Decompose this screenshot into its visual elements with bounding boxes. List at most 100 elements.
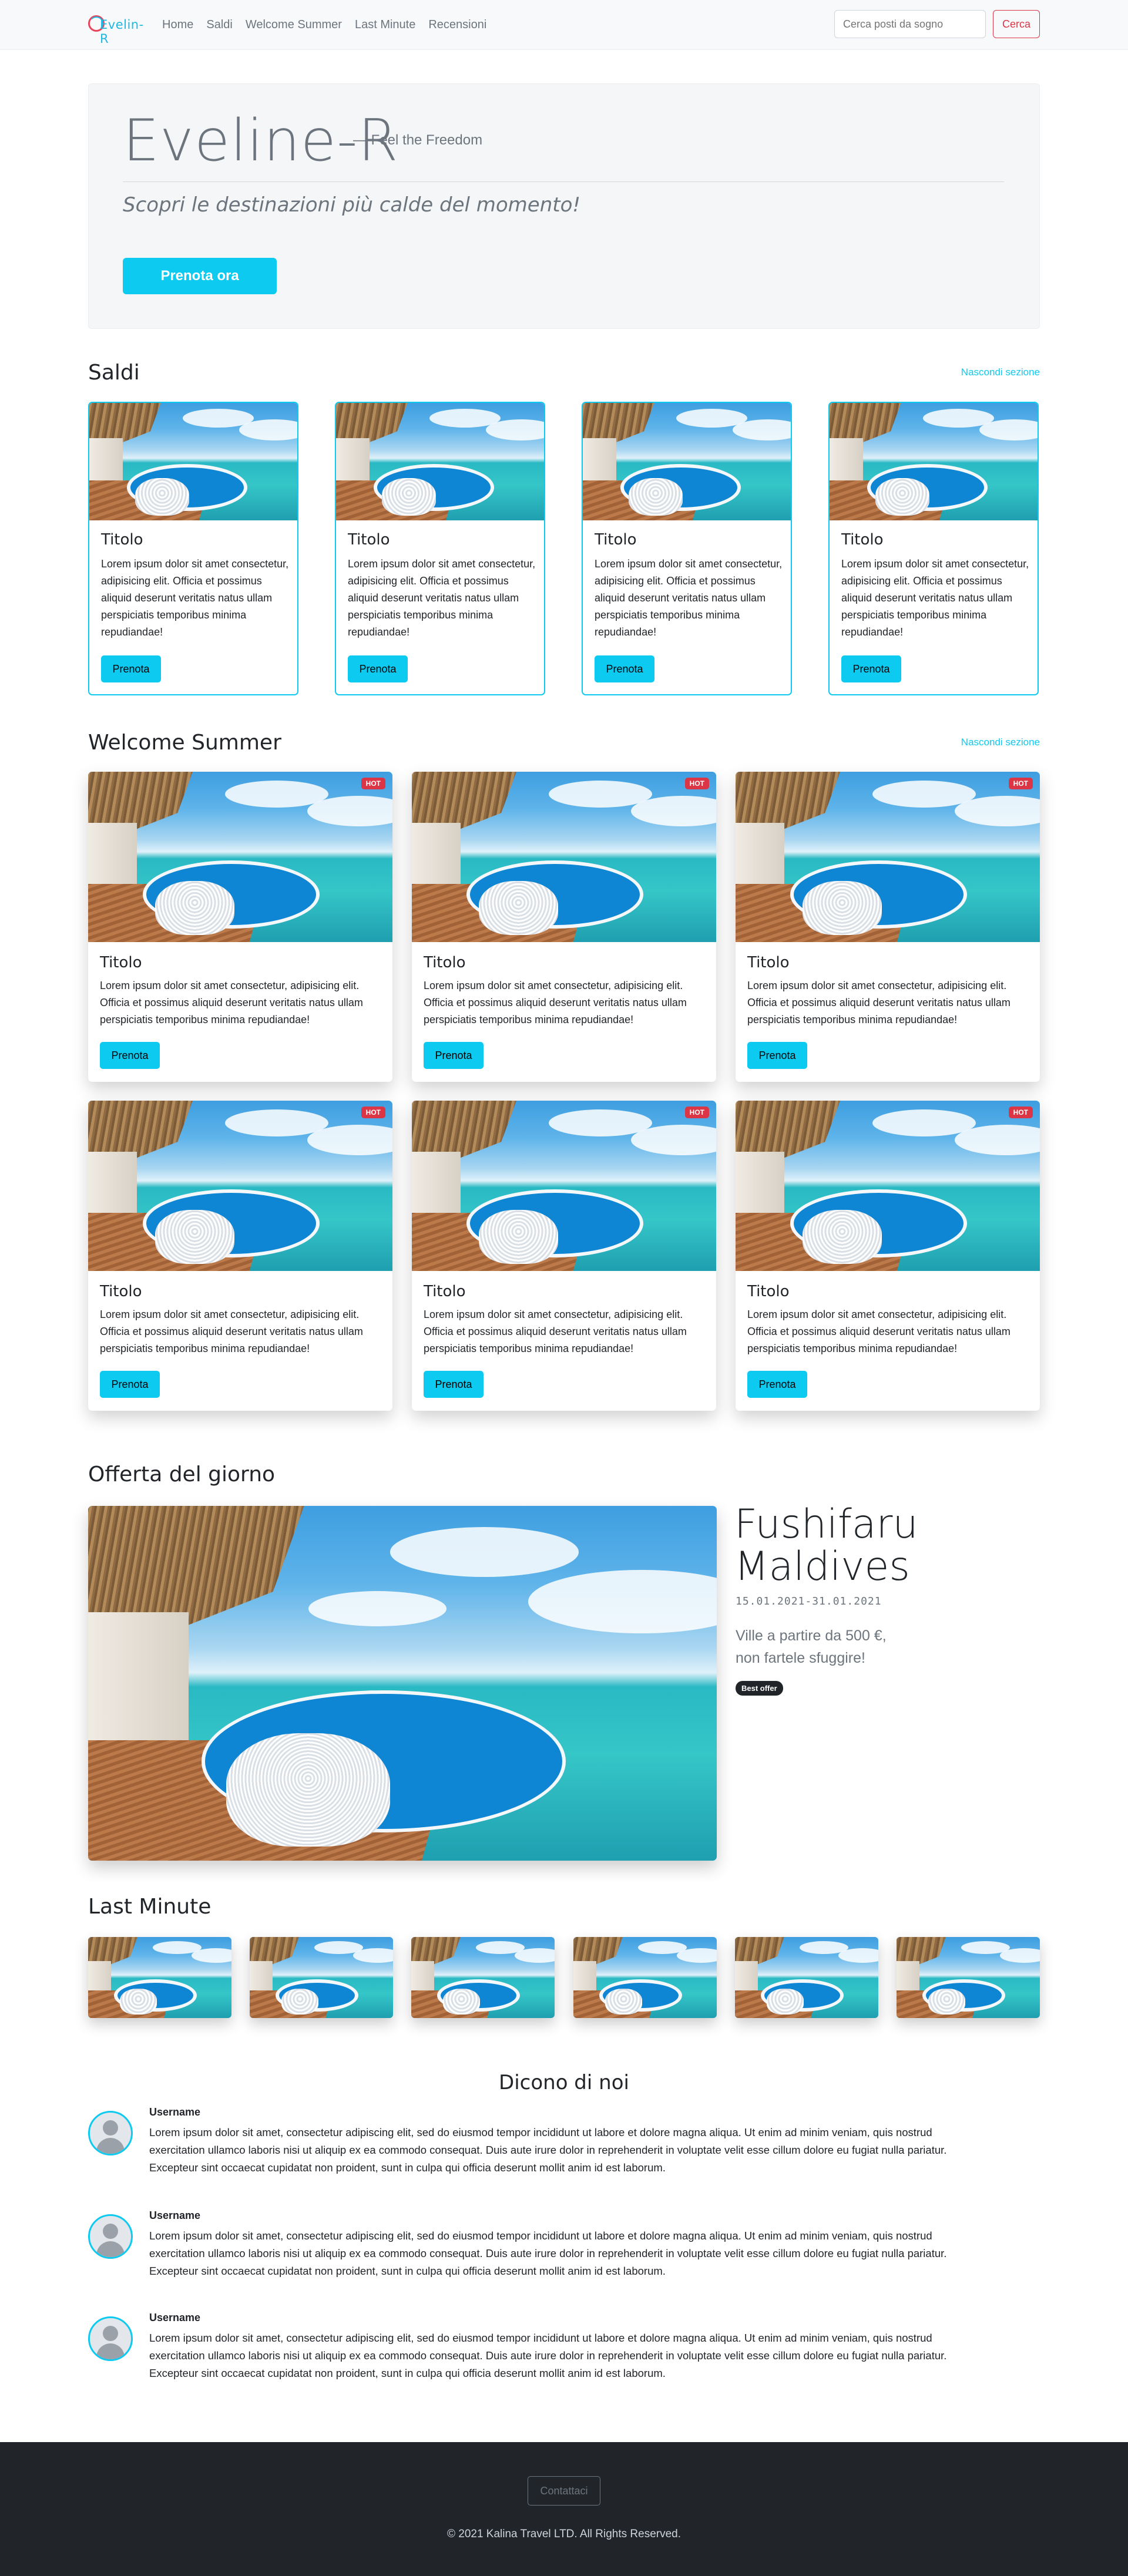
last-minute-thumbnail[interactable]	[250, 1937, 393, 2018]
summer-card[interactable]: HOT Titolo Lorem ipsum dolor sit amet cons…	[736, 772, 1040, 1082]
saldi-title: Saldi	[88, 361, 140, 385]
card-title: Titolo	[595, 531, 637, 549]
book-button[interactable]: Prenota	[101, 655, 161, 682]
nav-links: Home Saldi Welcome Summer Last Minute Re…	[162, 16, 486, 33]
footer: Contattaci © 2021 Kalina Travel LTD. All…	[0, 2442, 1128, 2576]
card-text: Lorem ipsum dolor sit amet consectetur, …	[424, 980, 687, 1025]
book-button[interactable]: Prenota	[100, 1042, 160, 1069]
review-text: Lorem ipsum dolor sit amet, consectetur …	[149, 2124, 1030, 2177]
destination-photo	[412, 772, 716, 942]
last-minute-thumbnail[interactable]	[88, 1937, 231, 2018]
review-username: Username	[149, 2312, 201, 2323]
hot-badge: HOT	[1008, 778, 1033, 789]
saldi-card[interactable]: Titolo Lorem ipsum dolor sit amet consect…	[335, 402, 545, 695]
destination-photo	[89, 403, 297, 520]
nav-link-welcome-summer[interactable]: Welcome Summer	[246, 16, 342, 33]
best-offer-badge: Best offer	[736, 1681, 783, 1696]
saldi-card[interactable]: Titolo Lorem ipsum dolor sit amet consect…	[582, 402, 792, 695]
review-text-line: exercitation ullamco laboris nisi ut ali…	[149, 2144, 947, 2156]
nav-link-home[interactable]: Home	[162, 16, 193, 33]
saldi-hide-link[interactable]: Nascondi sezione	[961, 366, 1040, 378]
review-text-line: Lorem ipsum dolor sit amet, consectetur …	[149, 2332, 932, 2344]
card-text: Lorem ipsum dolor sit amet consectetur, …	[747, 980, 1010, 1025]
search-input[interactable]	[834, 10, 986, 38]
hot-badge: HOT	[684, 778, 709, 789]
offer-dates: 15.01.2021-31.01.2021	[736, 1595, 882, 1608]
destination-photo	[412, 1101, 716, 1271]
summer-card[interactable]: HOT Titolo Lorem ipsum dolor sit amet cons…	[736, 1101, 1040, 1411]
hot-badge: HOT	[684, 1107, 709, 1118]
last-minute-thumbnail[interactable]	[573, 1937, 717, 2018]
book-button[interactable]: Prenota	[841, 655, 901, 682]
review-text-line: Lorem ipsum dolor sit amet, consectetur …	[149, 2229, 932, 2242]
card-title: Titolo	[348, 531, 390, 549]
offer-title-line2: Maldives	[734, 1543, 910, 1590]
destination-photo	[336, 403, 544, 520]
summer-card[interactable]: HOT Titolo Lorem ipsum dolor sit amet cons…	[88, 1101, 392, 1411]
nav-link-recensioni[interactable]: Recensioni	[428, 16, 486, 33]
destination-photo	[573, 1937, 717, 2018]
copyright: © 2021 Kalina Travel LTD. All Rights Res…	[446, 2528, 682, 2540]
book-button[interactable]: Prenota	[595, 655, 654, 682]
saldi-card[interactable]: Titolo Lorem ipsum dolor sit amet consect…	[828, 402, 1039, 695]
last-minute-thumbnail[interactable]	[411, 1937, 555, 2018]
book-button[interactable]: Prenota	[747, 1042, 807, 1069]
destination-photo	[897, 1937, 1040, 2018]
review-text-line: Excepteur sint occaecat cupidatat non pr…	[149, 2161, 666, 2174]
destination-photo	[411, 1937, 555, 2018]
book-button[interactable]: Prenota	[747, 1371, 807, 1398]
offer-image[interactable]	[88, 1506, 717, 1861]
destination-photo	[830, 403, 1038, 520]
book-now-button[interactable]: Prenota ora	[123, 258, 277, 294]
destination-photo	[736, 772, 1040, 942]
brand-logo[interactable]: Evelin-R	[88, 12, 145, 46]
summer-title: Welcome Summer	[88, 731, 281, 755]
card-title: Titolo	[424, 1283, 466, 1300]
card-title: Titolo	[841, 531, 884, 549]
review-text-line: Lorem ipsum dolor sit amet, consectetur …	[149, 2126, 932, 2138]
destination-photo	[88, 1937, 231, 2018]
last-minute-thumbnail[interactable]	[735, 1937, 878, 2018]
card-text: Lorem ipsum dolor sit amet consectetur, …	[100, 1309, 363, 1354]
avatar-icon	[88, 2316, 133, 2361]
book-button[interactable]: Prenota	[424, 1042, 484, 1069]
reviews-title: Dicono di noi	[499, 2071, 629, 2094]
search-button[interactable]: Cerca	[993, 10, 1040, 38]
card-text: Lorem ipsum dolor sit amet consectetur, …	[595, 558, 783, 638]
review-text-line: Excepteur sint occaecat cupidatat non pr…	[149, 2367, 666, 2379]
nav-link-saldi[interactable]: Saldi	[206, 16, 232, 33]
review-username: Username	[149, 2210, 201, 2221]
avatar-icon	[88, 2214, 133, 2259]
summer-hide-link[interactable]: Nascondi sezione	[961, 737, 1040, 748]
card-text: Lorem ipsum dolor sit amet consectetur, …	[101, 558, 289, 638]
navbar: Evelin-R Home Saldi Welcome Summer Last …	[0, 0, 1128, 50]
summer-card[interactable]: HOT Titolo Lorem ipsum dolor sit amet cons…	[412, 1101, 716, 1411]
offer-price-line2: non fartele sfuggire!	[736, 1650, 865, 1666]
card-text: Lorem ipsum dolor sit amet consectetur, …	[747, 1309, 1010, 1354]
saldi-card[interactable]: Titolo Lorem ipsum dolor sit amet consect…	[88, 402, 298, 695]
book-button[interactable]: Prenota	[348, 655, 408, 682]
card-title: Titolo	[100, 954, 142, 971]
card-text: Lorem ipsum dolor sit amet consectetur, …	[424, 1309, 687, 1354]
nav-link-last-minute[interactable]: Last Minute	[355, 16, 415, 33]
offer-title-line1: Fushifaru	[734, 1501, 918, 1548]
summer-card[interactable]: HOT Titolo Lorem ipsum dolor sit amet cons…	[412, 772, 716, 1082]
summer-card[interactable]: HOT Titolo Lorem ipsum dolor sit amet cons…	[88, 772, 392, 1082]
book-button[interactable]: Prenota	[424, 1371, 484, 1398]
review-text: Lorem ipsum dolor sit amet, consectetur …	[149, 2227, 1030, 2280]
offer-section-title: Offerta del giorno	[88, 1462, 276, 1487]
review-text-line: exercitation ullamco laboris nisi ut ali…	[149, 2247, 947, 2259]
book-button[interactable]: Prenota	[100, 1371, 160, 1398]
hero-tagline: — Feel the Freedom	[353, 132, 483, 148]
hero-divider	[123, 181, 1004, 182]
offer-price: Ville a partire da 500 €, non fartele sf…	[736, 1625, 912, 1669]
contact-button[interactable]: Contattaci	[528, 2476, 600, 2506]
last-minute-thumbnail[interactable]	[897, 1937, 1040, 2018]
offer-title: Fushifaru Maldives	[734, 1504, 918, 1588]
card-title: Titolo	[747, 1283, 790, 1300]
card-title: Titolo	[101, 531, 143, 549]
card-title: Titolo	[100, 1283, 142, 1300]
brand-name: Evelin-R	[100, 18, 144, 46]
review-text-line: Excepteur sint occaecat cupidatat non pr…	[149, 2265, 666, 2277]
card-text: Lorem ipsum dolor sit amet consectetur, …	[348, 558, 536, 638]
